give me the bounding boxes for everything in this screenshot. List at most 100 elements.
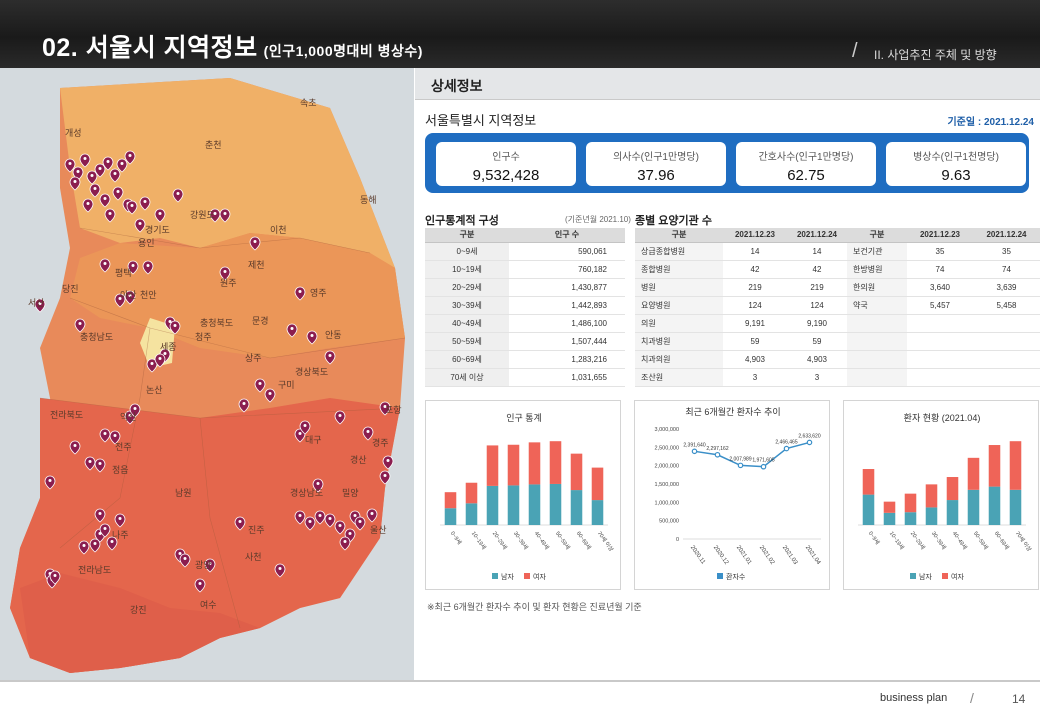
map-place-label: 속초 [300,98,317,108]
table-cell [907,368,973,387]
map-place-label: 강원도 [190,210,215,220]
table-cell: 요양병원 [635,296,723,315]
map-place-label: 익산 [120,411,137,422]
table-cell [973,314,1040,333]
data-point [783,445,790,452]
status-chart-svg: 환자 현황 (2021.04) 0~9세 10~19세 20~29세 30~39세 40~… [858,412,1034,581]
map-place-label: 여수 [200,599,217,610]
legend-label: 남자 [919,572,932,581]
table-cell: 3 [787,368,847,387]
table-cell: 4,903 [723,350,787,369]
page-title: 02. 서울시 지역정보 (인구1,000명대비 병상수) [42,34,423,62]
table-row: 60~69세 1,283,216 [425,350,625,369]
table-cell: 219 [787,278,847,297]
map-place-label: 전라남도 [78,565,111,575]
map-place-label: 영주 [310,288,327,298]
table-row: 0~9세 590,061 [425,242,625,261]
table-cell: 35 [907,242,973,261]
table-cell: 35 [973,242,1040,261]
map-place-label: 경상남도 [290,487,323,498]
data-label: 2,466,465 [775,440,797,446]
data-label: 2,297,162 [706,446,728,452]
legend-swatch [492,573,498,579]
bar-남자 [507,485,520,525]
bar-여자 [967,457,980,490]
chart-title: 최근 6개월간 환자수 추이 [685,406,780,417]
table-cell [973,332,1040,351]
table-row: 종합병원 42 42 한방병원 74 74 [635,260,1040,279]
table-cell: 1,031,655 [509,368,625,387]
table-row: 의원 9,191 9,190 [635,314,1040,333]
table-cell: 124 [787,296,847,315]
table-cell: 1,486,100 [509,314,625,333]
y-tick-label: 1,500,000 [655,482,679,488]
map-place-label: 포항 [385,405,402,415]
data-point [714,451,721,458]
y-tick-label: 3,000,000 [655,427,679,433]
map-place-label: 평택 [115,268,132,278]
trend-chart-svg: 최근 6개월간 환자수 추이 3,000,000 2,500,000 2,000,00… [655,406,822,581]
summary-value: 37.96 [637,167,675,184]
col-header: 2021.12.24 [973,228,1040,243]
footnote: ※최근 6개월간 환자수 추이 및 환자 현황은 진료년월 기준 [427,602,642,612]
map-place-label: 원주 [220,278,237,288]
table-cell: 1,507,444 [509,332,625,351]
tick-label: 30~39세 [512,530,530,551]
chart-patient-trend: 최근 6개월간 환자수 추이 3,000,000 2,500,000 2,000,00… [634,400,830,590]
tick-label: 40~49세 [533,530,551,551]
table-cell: 14 [723,242,787,261]
table-cell: 590,061 [509,242,625,261]
map-place-label: 이천 [270,225,287,235]
table-cell: 3,639 [973,278,1040,297]
map-place-label: 경상북도 [295,366,328,377]
legend-label: 남자 [501,572,514,581]
map-place-label: 경기도 [145,224,170,235]
col-header: 구분 [425,228,509,243]
table-cell: 42 [723,260,787,279]
table-row: 30~39세 1,442,893 [425,296,625,315]
map-place-label: 밀양 [342,487,359,498]
summary-card-population: 인구수 9,532,428 [436,142,576,186]
table-cell [847,332,907,351]
pop-table-note: (기준년월 2021.10) [565,215,631,224]
korea-map[interactable]: 속초개성동해서산 당진천안충청남도세종 청주 충청북도 제천문경 영주안동상주경상북도구미… [0,68,414,680]
table-cell [973,350,1040,369]
detail-panel: 상세정보 서울특별시 지역정보 기준일 : 2021.12.24 인구수 9,53… [415,68,1040,680]
bar-여자 [486,445,499,486]
tick-label: 2020.12 [712,545,730,567]
bar-남자 [528,484,541,525]
summary-value: 9.63 [941,167,971,184]
tick-label: 70세 이상 [1014,530,1034,553]
bar-남자 [946,500,959,525]
table-row: 50~59세 1,507,444 [425,332,625,351]
table-cell: 조산원 [635,368,723,387]
chart-title: 환자 현황 (2021.04) [904,412,981,423]
tick-label: 2020.11 [689,545,706,566]
footer-divider [0,680,1040,682]
bar-여자 [507,444,520,486]
data-point [691,448,698,455]
region-map[interactable]: 속초 개성 동해 서산 당진 천안 충청남도 세종 청주 충청북도 제천 문경 영주 안동 상주 경상북도 구미… [0,68,414,680]
table-cell: 치과병원 [635,332,723,351]
map-place-label: 천안 [140,290,157,300]
tick-label: 40~49세 [951,530,969,551]
bar-여자 [883,501,896,513]
table-row: 요양병원 124 124 약국 5,457 5,458 [635,296,1040,315]
map-place-label: 전라북도 [50,410,83,420]
summary-label: 의사수(인구1만명당) [613,152,699,163]
data-point [806,439,813,446]
bar-여자 [946,477,959,501]
tick-label: 2021.01 [735,545,753,567]
col-header: 2021.12.23 [907,228,973,243]
breadcrumb: II. 사업추진 주체 및 방향 [874,48,997,62]
table-row: 조산원 3 3 [635,368,1040,387]
tick-label: 2021.02 [758,545,776,567]
inst-table-title: 종별 요양기관 수 [635,215,712,227]
table-cell: 의원 [635,314,723,333]
bar-남자 [465,503,478,525]
legend-swatch [524,573,530,579]
bar-여자 [862,469,875,495]
map-place-label: 대구 [305,435,322,445]
summary-card-doctors: 의사수(인구1만명당) 37.96 [586,142,726,186]
col-header: 2021.12.23 [723,228,787,243]
